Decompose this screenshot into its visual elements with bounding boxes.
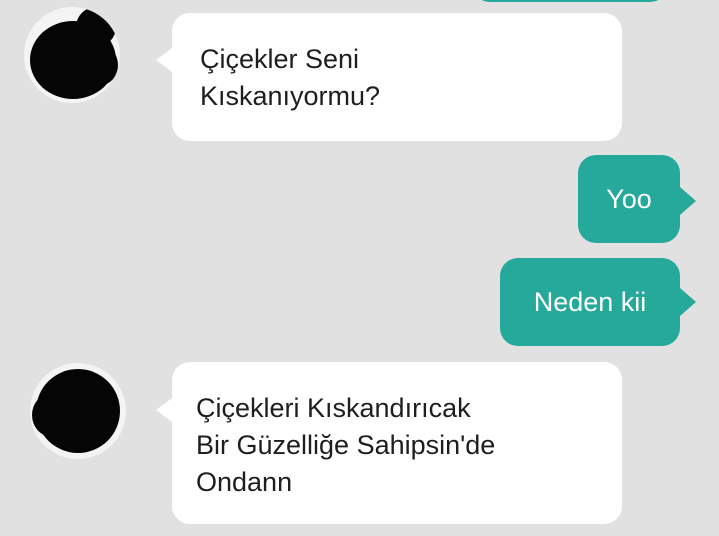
chat-thread: Çiçekler Seni Kıskanıyormu? Yoo Neden ki… bbox=[0, 0, 719, 536]
bubble-tail bbox=[156, 48, 172, 72]
incoming-message-bubble[interactable]: Çiçekleri Kıskandırıcak Bir Güzelliğe Sa… bbox=[172, 362, 622, 524]
bubble-tail bbox=[156, 398, 172, 422]
incoming-message-bubble[interactable]: Çiçekler Seni Kıskanıyormu? bbox=[172, 13, 622, 141]
bubble-tail bbox=[680, 187, 696, 215]
message-text: Neden kii bbox=[533, 286, 647, 317]
message-text: Yoo bbox=[606, 183, 652, 214]
message-bubble-partial[interactable] bbox=[472, 0, 668, 2]
contact-avatar[interactable] bbox=[30, 363, 126, 459]
outgoing-message-bubble[interactable]: Yoo bbox=[578, 155, 680, 243]
outgoing-message-bubble[interactable]: Neden kii bbox=[500, 258, 680, 346]
contact-avatar[interactable] bbox=[24, 7, 120, 103]
message-text: Çiçekler Seni Kıskanıyormu? bbox=[200, 44, 381, 111]
bubble-tail bbox=[680, 288, 696, 316]
message-text: Çiçekleri Kıskandırıcak Bir Güzelliğe Sa… bbox=[196, 393, 496, 497]
